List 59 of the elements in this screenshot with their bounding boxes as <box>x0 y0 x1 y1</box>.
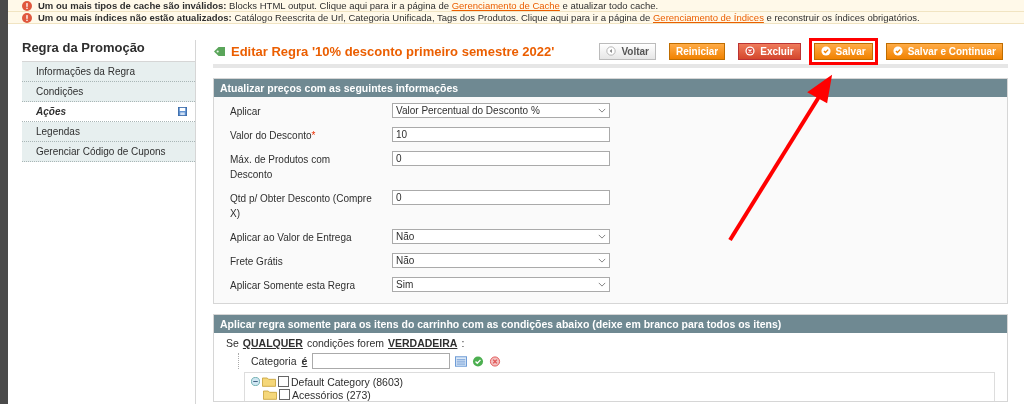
toolbar-button[interactable]: Voltar <box>599 42 656 60</box>
folder-icon <box>262 376 276 387</box>
collapse-icon[interactable] <box>251 377 260 386</box>
field-label: Aplicar ao Valor de Entrega <box>230 231 353 245</box>
field-label: Frete Grátis <box>230 255 284 269</box>
chevron-down-icon <box>598 282 606 287</box>
page-title: Editar Regra '10% desconto primeiro semestre 2022' <box>231 43 556 59</box>
sidebar-tab[interactable]: Legendas <box>22 122 195 142</box>
dropdown-field[interactable]: Valor Percentual do Desconto % <box>392 103 610 118</box>
error-icon <box>22 0 32 11</box>
input-field[interactable]: 0 <box>392 190 610 205</box>
remove-icon[interactable] <box>489 355 502 367</box>
notice-text: Um ou mais índices não estão atualizados: Catálogo Reescrita de Url, Categoria Unificada, Tags dos Produtos. Clique aqui para ir a página de Gerenciamento de Índices e reconstruir os índices obrigatórios. <box>38 12 920 23</box>
tab-label: Informações da Regra <box>36 66 135 77</box>
field-label: Máx. de Produtos com Desconto <box>230 153 332 182</box>
notice-text: Um ou mais tipos de cache são inválidos: Blocks HTML output. Clique aqui para ir a página de Gerenciamento de Cache e atualizar todo cache. <box>38 0 659 11</box>
dropdown-field[interactable]: Não <box>392 229 610 244</box>
checkbox[interactable] <box>279 389 290 400</box>
field-label: Valor do Desconto* <box>230 129 317 143</box>
condition-text: condições forem <box>306 337 384 349</box>
input-field[interactable]: 0 <box>392 151 610 166</box>
chevron-down-icon <box>598 258 606 263</box>
chevron-down-icon <box>598 108 606 113</box>
checkbox[interactable] <box>278 376 289 387</box>
chevron-down-icon <box>598 234 606 239</box>
value-link[interactable]: VERDADEIRA <box>388 337 458 349</box>
tab-label: Legendas <box>36 126 80 137</box>
error-icon <box>22 12 32 23</box>
tab-label: Ações <box>36 106 66 117</box>
toolbar-button[interactable]: Excluir <box>738 42 801 60</box>
input-field[interactable]: 10 <box>392 127 610 142</box>
condition-attribute: Categoria <box>251 355 297 367</box>
delete-icon <box>745 46 756 56</box>
check-icon <box>820 46 831 56</box>
tab-label: Condições <box>36 86 84 97</box>
tab-label: Gerenciar Código de Cupons <box>36 146 166 157</box>
sidebar-tab[interactable]: Condições <box>22 82 195 102</box>
sidebar-tab[interactable]: Informações da Regra <box>22 62 195 82</box>
field-label: Qtd p/ Obter Desconto (Compre X) <box>230 192 373 221</box>
input-field[interactable] <box>312 353 451 369</box>
check-icon <box>892 46 903 56</box>
folder-icon <box>263 389 277 400</box>
field-label: Aplicar <box>230 105 262 119</box>
tree-label[interactable]: Acessórios (273) <box>292 388 371 401</box>
operator-link[interactable]: é <box>301 355 308 367</box>
list-icon[interactable] <box>455 355 468 367</box>
aggregator-link[interactable]: QUALQUER <box>242 337 303 349</box>
tag-icon <box>213 45 226 57</box>
tree-label[interactable]: Default Category (8603) <box>291 375 404 388</box>
sidebar-tab[interactable]: Gerenciar Código de Cupons <box>22 142 195 162</box>
apply-icon[interactable] <box>472 355 485 367</box>
field-label: Aplicar Somente esta Regra <box>230 279 357 293</box>
back-icon <box>606 46 617 56</box>
dropdown-field[interactable]: Sim <box>392 277 610 292</box>
section-header: Aplicar regra somente para os itens do carrinho com as condições abaixo (deixe em branco para todos os itens) <box>214 315 1007 333</box>
condition-text: : <box>461 337 465 349</box>
condition-text: Se <box>226 337 239 349</box>
dropdown-field[interactable]: Não <box>392 253 610 268</box>
section-header: Atualizar preços com as seguintes informações <box>214 79 1007 97</box>
